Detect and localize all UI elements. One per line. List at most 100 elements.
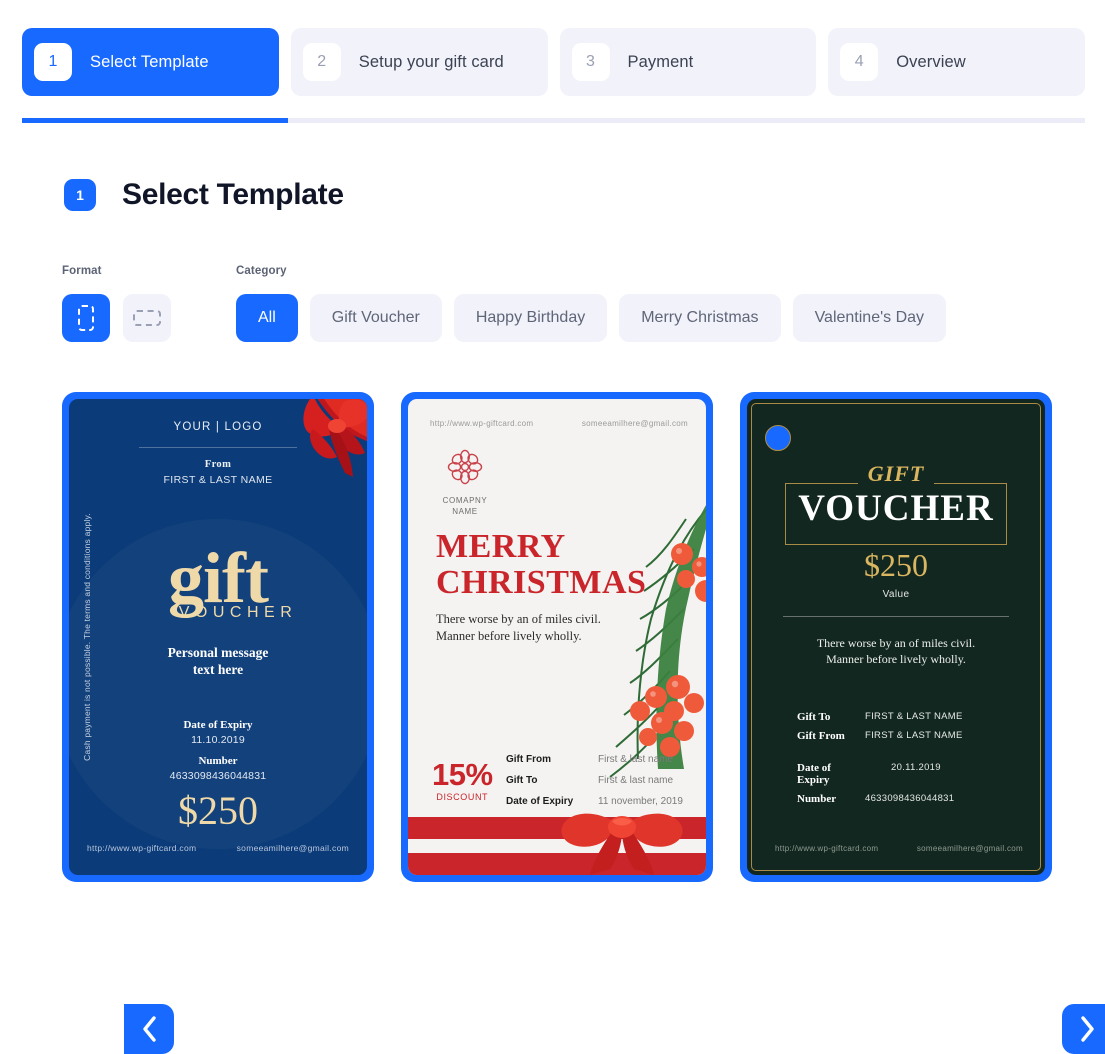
- page-title: 1 Select Template: [64, 178, 344, 212]
- row-label: Gift To: [506, 775, 538, 786]
- card1-amount: $250: [178, 788, 258, 833]
- table-row: Gift To FIRST & LAST NAME: [797, 711, 963, 723]
- card2-discount-word: DISCOUNT: [436, 792, 489, 802]
- row-label: Gift From: [797, 730, 845, 742]
- row-label: Date of Expiry: [797, 762, 831, 786]
- card1-number-label: Number: [198, 755, 238, 767]
- row-label: Gift To: [797, 711, 831, 723]
- step-tab-setup-gift-card[interactable]: 2 Setup your gift card: [290, 28, 548, 96]
- table-row: Gift From FIRST & LAST NAME: [797, 730, 963, 742]
- template-card-gift-voucher-blue[interactable]: YOUR | LOGO From FIRST & LAST NAME gift …: [62, 392, 374, 882]
- card1-terms-text: Cash payment is not possible. The terms …: [82, 513, 92, 761]
- template-card-gift-voucher-dark[interactable]: GIFT VOUCHER $250 Value There worse by a…: [740, 392, 1052, 882]
- row-value: First & last name: [598, 754, 674, 765]
- card3-details-table: Gift To FIRST & LAST NAME Gift From FIRS…: [797, 711, 963, 812]
- row-value: 20.11.2019: [891, 762, 941, 773]
- card2-discount-number: 15%: [432, 757, 493, 792]
- card2-message: There worse by an of miles civil. Manner…: [436, 612, 601, 643]
- card2-title: MERRY CHRISTMAS: [436, 529, 646, 600]
- carousel-next-button[interactable]: [1062, 1004, 1105, 1054]
- card2-discount: 15% DISCOUNT: [432, 759, 493, 802]
- section-title: Select Template: [122, 178, 344, 211]
- row-label: Number: [797, 793, 837, 805]
- card1-voucher-wordmark: VOUCHER: [178, 604, 298, 621]
- carousel-prev-button[interactable]: [124, 1004, 174, 1054]
- card3-voucher-wordmark: VOUCHER: [798, 488, 994, 529]
- row-value: FIRST & LAST NAME: [865, 711, 963, 722]
- wizard-stepper: 1 Select Template 2 Setup your gift card…: [22, 28, 1085, 96]
- step-number: 1: [34, 43, 72, 81]
- card3-message: There worse by an of miles civil. Manner…: [816, 636, 976, 667]
- step-label: Select Template: [90, 52, 209, 71]
- card1-personal-message: Personal message text here: [167, 645, 269, 677]
- card2-header-email: someeamilhere@gmail.com: [581, 419, 688, 428]
- category-button-gift-voucher[interactable]: Gift Voucher: [309, 294, 442, 342]
- row-value: First & last name: [598, 775, 674, 786]
- card3-footer: http://www.wp-giftcard.com someeamilhere…: [775, 844, 1023, 853]
- category-caption: Category: [236, 265, 287, 277]
- red-ribbon-bow-icon: [303, 399, 367, 477]
- step-label: Payment: [627, 52, 694, 71]
- portrait-icon: [78, 305, 94, 331]
- format-toggle-group: [62, 294, 171, 342]
- landscape-icon: [133, 310, 161, 326]
- progress-track: [22, 118, 1085, 123]
- card1-expiry-label: Date of Expiry: [183, 719, 253, 731]
- card3-gift-text: GIFT: [857, 461, 935, 486]
- step-badge: 1: [64, 179, 96, 211]
- step-tab-overview[interactable]: 4 Overview: [828, 28, 1085, 96]
- card2-brand: COMAPNY NAME: [434, 447, 496, 518]
- template-card-merry-christmas[interactable]: http://www.wp-giftcard.com someeamilhere…: [401, 392, 713, 882]
- card1-number-value: 4633098436044831: [169, 770, 267, 782]
- card2-header-url: http://www.wp-giftcard.com: [430, 419, 534, 428]
- card3-footer-email: someeamilhere@gmail.com: [916, 844, 1023, 853]
- step-number: 4: [840, 43, 879, 81]
- category-button-merry-christmas[interactable]: Merry Christmas: [619, 294, 781, 342]
- step-number: 3: [571, 43, 610, 81]
- chevron-left-icon: [142, 1016, 156, 1042]
- category-button-happy-birthday[interactable]: Happy Birthday: [453, 294, 608, 342]
- red-ribbon-bow-icon: [561, 813, 683, 875]
- step-tab-select-template[interactable]: 1 Select Template: [22, 28, 279, 96]
- row-label: Gift From: [506, 754, 551, 765]
- row-value: FIRST & LAST NAME: [865, 730, 963, 741]
- card2-title-line1: MERRY: [436, 528, 566, 565]
- card1-footer-email: someeamilhere@gmail.com: [236, 843, 349, 853]
- template-preview: YOUR | LOGO From FIRST & LAST NAME gift …: [69, 399, 367, 875]
- table-row: Gift To First & last name: [506, 775, 683, 786]
- chevron-right-icon: [1080, 1016, 1094, 1042]
- step-tab-payment[interactable]: 3 Payment: [559, 28, 817, 96]
- card1-number-field: Number 4633098436044831: [69, 755, 367, 782]
- card2-title-line2: CHRISTMAS: [436, 563, 647, 601]
- card2-brand-name: COMAPNY NAME: [442, 496, 488, 516]
- card1-expiry-field: Date of Expiry 11.10.2019: [69, 719, 367, 746]
- category-filter-group: All Gift Voucher Happy Birthday Merry Ch…: [236, 294, 947, 342]
- card1-gift-wordmark: gift: [168, 538, 269, 618]
- punch-hole-icon: [765, 425, 791, 451]
- progress-fill: [22, 118, 288, 123]
- table-row: Date of Expiry 20.11.2019: [797, 762, 963, 786]
- card3-footer-url: http://www.wp-giftcard.com: [775, 844, 879, 853]
- category-button-valentines-day[interactable]: Valentine's Day: [792, 294, 947, 342]
- divider: [783, 616, 1009, 617]
- card2-header: http://www.wp-giftcard.com someeamilhere…: [430, 419, 688, 428]
- template-preview: GIFT VOUCHER $250 Value There worse by a…: [747, 399, 1045, 875]
- table-row: Gift From First & last name: [506, 754, 683, 765]
- template-carousel: YOUR | LOGO From FIRST & LAST NAME gift …: [62, 392, 1105, 1054]
- template-preview: http://www.wp-giftcard.com someeamilhere…: [408, 399, 706, 875]
- card1-footer-url: http://www.wp-giftcard.com: [87, 843, 197, 853]
- format-button-landscape[interactable]: [123, 294, 171, 342]
- table-row: Number 4633098436044831: [797, 793, 963, 805]
- card3-value-label: Value: [882, 589, 910, 600]
- step-label: Setup your gift card: [358, 52, 504, 71]
- card1-footer: http://www.wp-giftcard.com someeamilhere…: [87, 843, 349, 853]
- card3-gift-wordmark: GIFT: [747, 461, 1045, 487]
- step-number: 2: [302, 43, 341, 81]
- step-label: Overview: [896, 52, 966, 71]
- format-caption: Format: [62, 265, 102, 277]
- row-value: 4633098436044831: [865, 793, 955, 804]
- format-button-portrait[interactable]: [62, 294, 110, 342]
- category-button-all[interactable]: All: [236, 294, 298, 342]
- flower-logo-icon: [447, 449, 483, 485]
- card3-amount: $250: [864, 547, 928, 583]
